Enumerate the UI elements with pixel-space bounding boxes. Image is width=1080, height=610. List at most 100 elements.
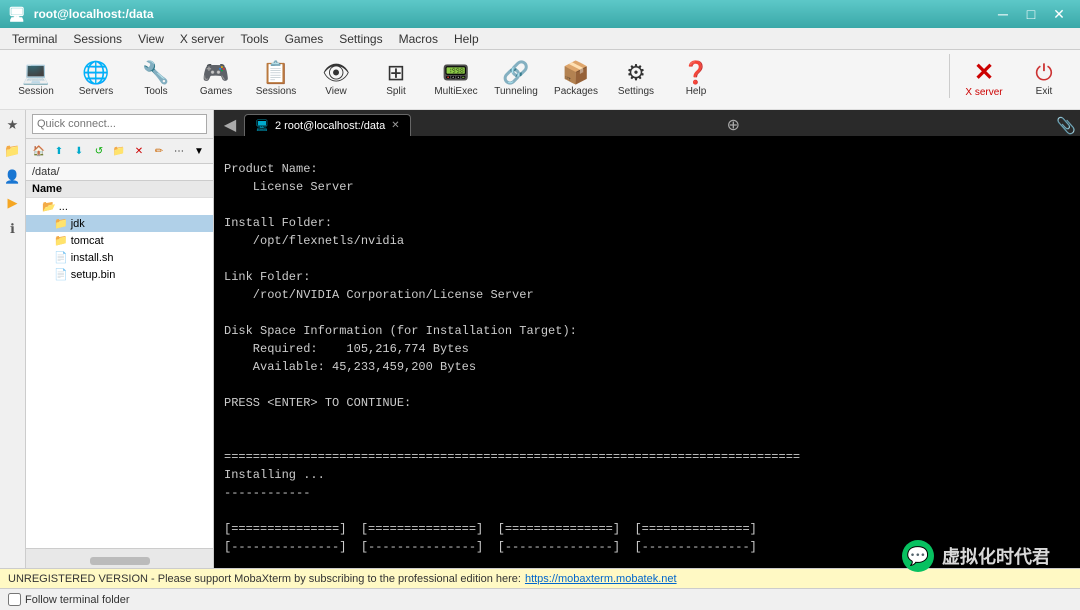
tab-actions[interactable]: ⊕ bbox=[723, 114, 744, 136]
tree-item-setupbin-label: setup.bin bbox=[71, 269, 116, 281]
tab-close-button[interactable]: ✕ bbox=[391, 120, 399, 131]
tab-label: 2 root@localhost:/data bbox=[275, 120, 385, 132]
star-icon[interactable]: ★ bbox=[2, 114, 24, 136]
title-bar-text: root@localhost:/data bbox=[30, 7, 990, 21]
sidebar-path: /data/ bbox=[26, 164, 213, 181]
menu-terminal[interactable]: Terminal bbox=[4, 28, 65, 49]
tools-button[interactable]: 🔧 Tools bbox=[128, 54, 184, 106]
title-bar-controls: ─ □ ✕ bbox=[990, 4, 1072, 24]
menu-macros[interactable]: Macros bbox=[391, 28, 446, 49]
terminal-content[interactable]: Product Name: License Server Install Fol… bbox=[214, 136, 1080, 568]
tunneling-icon: 🔗 bbox=[502, 62, 529, 84]
sidebar-rename-btn[interactable]: ✏ bbox=[150, 142, 168, 160]
tree-item-dotdot-label: ... bbox=[59, 201, 68, 213]
multiexec-button[interactable]: 📟 MultiExec bbox=[428, 54, 484, 106]
file-tree: Name 📂 ... 📁 jdk 📁 tomcat 📄 install.sh 📄… bbox=[26, 181, 213, 548]
quick-connect-input[interactable] bbox=[32, 114, 207, 134]
tree-item-installsh[interactable]: 📄 install.sh bbox=[26, 249, 213, 266]
left-strip: ★ 📁 👤 ▶ ℹ bbox=[0, 110, 26, 568]
follow-terminal-label: Follow terminal folder bbox=[25, 594, 130, 606]
file-setupbin-icon: 📄 bbox=[54, 268, 68, 281]
sidebar-expand-btn[interactable]: ▼ bbox=[190, 142, 208, 160]
sidebar: 🏠 ⬆ ⬇ ↺ 📁 ✕ ✏ ⋯ ▼ /data/ Name 📂 ... 📁 jd… bbox=[26, 110, 214, 568]
tunneling-button[interactable]: 🔗 Tunneling bbox=[488, 54, 544, 106]
toolbar: 💻 Session 🌐 Servers 🔧 Tools 🎮 Games 📋 Se… bbox=[0, 50, 1080, 110]
sessions-label: Sessions bbox=[256, 86, 297, 97]
view-icon: 👁 bbox=[322, 62, 350, 84]
xserver-label: X server bbox=[965, 87, 1002, 98]
servers-icon: 🌐 bbox=[82, 62, 109, 84]
session-button[interactable]: 💻 Session bbox=[8, 54, 64, 106]
menu-tools[interactable]: Tools bbox=[233, 28, 277, 49]
toolbar-right: ✕ X server ⏻ Exit bbox=[947, 54, 1072, 106]
folder-tomcat-icon: 📁 bbox=[54, 234, 68, 247]
packages-button[interactable]: 📦 Packages bbox=[548, 54, 604, 106]
exit-label: Exit bbox=[1036, 86, 1053, 97]
terminal-tab[interactable]: 🖥 2 root@localhost:/data ✕ bbox=[244, 114, 411, 136]
info-icon[interactable]: ℹ bbox=[2, 218, 24, 240]
settings-button[interactable]: ⚙ Settings bbox=[608, 54, 664, 106]
servers-button[interactable]: 🌐 Servers bbox=[68, 54, 124, 106]
menu-help[interactable]: Help bbox=[446, 28, 487, 49]
tab-icon: 🖥 bbox=[255, 119, 269, 132]
tools-label: Tools bbox=[144, 86, 167, 97]
menu-view[interactable]: View bbox=[130, 28, 172, 49]
tree-item-tomcat-label: tomcat bbox=[71, 235, 104, 247]
tree-item-tomcat[interactable]: 📁 tomcat bbox=[26, 232, 213, 249]
tab-bar: ◀ 🖥 2 root@localhost:/data ✕ ⊕ 📎 bbox=[214, 110, 1080, 136]
session-icon: 💻 bbox=[22, 62, 49, 84]
main-area: ★ 📁 👤 ▶ ℹ 🏠 ⬆ ⬇ ↺ 📁 ✕ ✏ ⋯ ▼ /data/ Name bbox=[0, 110, 1080, 568]
close-button[interactable]: ✕ bbox=[1046, 4, 1072, 24]
menu-settings[interactable]: Settings bbox=[331, 28, 390, 49]
split-button[interactable]: ⊞ Split bbox=[368, 54, 424, 106]
tree-item-setupbin[interactable]: 📄 setup.bin bbox=[26, 266, 213, 283]
terminal-icon[interactable]: ▶ bbox=[2, 192, 24, 214]
exit-button[interactable]: ⏻ Exit bbox=[1016, 54, 1072, 106]
menu-xserver[interactable]: X server bbox=[172, 28, 233, 49]
packages-label: Packages bbox=[554, 86, 598, 97]
tree-item-jdk[interactable]: 📁 jdk bbox=[26, 215, 213, 232]
maximize-button[interactable]: □ bbox=[1018, 4, 1044, 24]
sidebar-refresh-btn[interactable]: ↺ bbox=[90, 142, 108, 160]
sidebar-more-btn[interactable]: ⋯ bbox=[170, 142, 188, 160]
file-installsh-icon: 📄 bbox=[54, 251, 68, 264]
tree-item-jdk-label: jdk bbox=[71, 218, 85, 230]
new-tab-icon: ⊕ bbox=[727, 115, 740, 135]
settings-label: Settings bbox=[618, 86, 654, 97]
xserver-button[interactable]: ✕ X server bbox=[956, 54, 1012, 106]
tab-nav-left[interactable]: ◀ bbox=[218, 114, 242, 136]
tree-item-dotdot[interactable]: 📂 ... bbox=[26, 198, 213, 215]
sidebar-newfolder-btn[interactable]: 📁 bbox=[110, 142, 128, 160]
folder-icon[interactable]: 📁 bbox=[2, 140, 24, 162]
status-link[interactable]: https://mobaxterm.mobatek.net bbox=[525, 573, 677, 585]
sessions-button[interactable]: 📋 Sessions bbox=[248, 54, 304, 106]
folder-jdk-icon: 📁 bbox=[54, 217, 68, 230]
games-button[interactable]: 🎮 Games bbox=[188, 54, 244, 106]
split-label: Split bbox=[386, 86, 405, 97]
help-icon: ❓ bbox=[682, 62, 709, 84]
menu-sessions[interactable]: Sessions bbox=[65, 28, 130, 49]
folder-up-icon: 📂 bbox=[42, 200, 56, 213]
person-icon[interactable]: 👤 bbox=[2, 166, 24, 188]
help-label: Help bbox=[686, 86, 707, 97]
multiexec-icon: 📟 bbox=[442, 62, 469, 84]
tree-header: Name bbox=[26, 181, 213, 198]
tunneling-label: Tunneling bbox=[494, 86, 538, 97]
sidebar-home-btn[interactable]: 🏠 bbox=[30, 142, 48, 160]
title-bar: 🖥 root@localhost:/data ─ □ ✕ bbox=[0, 0, 1080, 28]
menu-games[interactable]: Games bbox=[277, 28, 332, 49]
attachment-icon[interactable]: 📎 bbox=[1056, 116, 1076, 136]
minimize-button[interactable]: ─ bbox=[990, 4, 1016, 24]
view-button[interactable]: 👁 View bbox=[308, 54, 364, 106]
status-bar: UNREGISTERED VERSION - Please support Mo… bbox=[0, 568, 1080, 588]
exit-icon: ⏻ bbox=[1035, 62, 1052, 84]
follow-terminal-checkbox[interactable] bbox=[8, 593, 21, 606]
sidebar-download-btn[interactable]: ⬇ bbox=[70, 142, 88, 160]
terminal-area: ◀ 🖥 2 root@localhost:/data ✕ ⊕ 📎 Product… bbox=[214, 110, 1080, 568]
help-button[interactable]: ❓ Help bbox=[668, 54, 724, 106]
servers-label: Servers bbox=[79, 86, 113, 97]
packages-icon: 📦 bbox=[562, 62, 589, 84]
session-label: Session bbox=[18, 86, 54, 97]
sidebar-upload-btn[interactable]: ⬆ bbox=[50, 142, 68, 160]
sidebar-delete-btn[interactable]: ✕ bbox=[130, 142, 148, 160]
